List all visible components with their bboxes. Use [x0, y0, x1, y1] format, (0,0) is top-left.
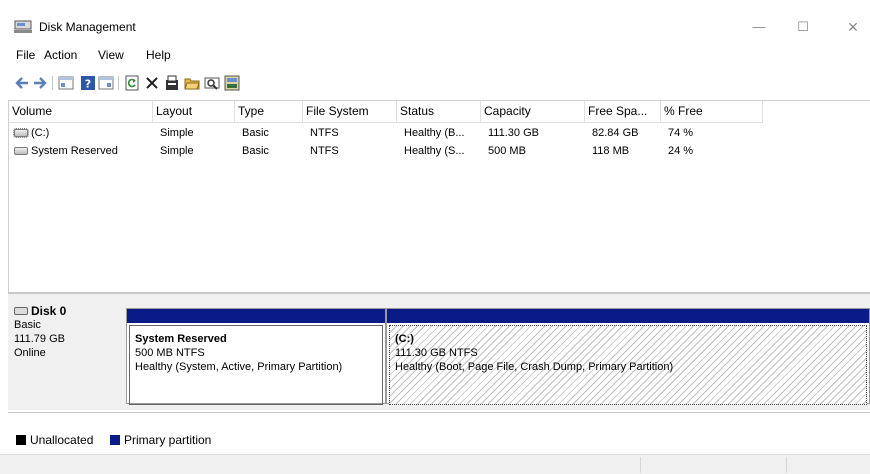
disk-settings-icon[interactable]	[224, 75, 240, 91]
toolbar-separator	[52, 76, 53, 90]
cell-file-system: NTFS	[310, 127, 339, 139]
column-header-volume[interactable]: Volume	[9, 101, 153, 123]
partition-status: Healthy (Boot, Page File, Crash Dump, Pr…	[395, 361, 674, 373]
disk-type: Basic	[14, 319, 41, 331]
cell-type: Basic	[242, 127, 269, 139]
menu-file[interactable]: File	[16, 48, 35, 62]
volume-icon	[13, 128, 29, 138]
cell-free-space: 118 MB	[592, 145, 630, 157]
partition-system-reserved[interactable]: System Reserved 500 MB NTFS Healthy (Sys…	[126, 308, 386, 405]
legend: Unallocated Primary partition	[8, 412, 870, 452]
partition-size: 111.30 GB NTFS	[395, 347, 478, 359]
cell-file-system: NTFS	[310, 145, 339, 157]
column-header-status[interactable]: Status	[397, 101, 481, 123]
disk-icon	[14, 307, 28, 315]
partition-size: 500 MB NTFS	[135, 347, 205, 359]
cell-capacity: 500 MB	[488, 145, 526, 157]
cell-capacity: 111.30 GB	[488, 127, 539, 139]
cell-volume: (C:)	[31, 127, 50, 139]
back-arrow-icon[interactable]	[14, 75, 30, 91]
column-header-type[interactable]: Type	[235, 101, 303, 123]
column-header-layout[interactable]: Layout	[153, 101, 235, 123]
title-bar: Disk Management — ☐ ✕	[0, 0, 870, 40]
legend-unallocated: Unallocated	[16, 433, 93, 447]
column-header-file-system[interactable]: File System	[303, 101, 397, 123]
disk-management-icon	[14, 20, 32, 33]
toolbar-separator	[118, 76, 119, 90]
disk-graphical-view: Disk 0 Basic 111.79 GB Online System Res…	[8, 292, 870, 410]
primary-partition-bar	[387, 309, 869, 323]
show-hide-action-pane-icon[interactable]	[98, 75, 114, 91]
disk-label[interactable]: Disk 0 Basic 111.79 GB Online	[14, 304, 126, 404]
volume-list: Volume Layout Type File System Status Ca…	[8, 100, 870, 292]
disk-size: 111.79 GB	[14, 333, 65, 345]
menu-bar: File Action View Help	[0, 48, 870, 66]
legend-primary-partition: Primary partition	[110, 433, 211, 447]
menu-action[interactable]: Action	[44, 48, 77, 62]
partition-c-drive[interactable]: (C:) 111.30 GB NTFS Healthy (Boot, Page …	[386, 308, 870, 405]
cell-status: Healthy (S...	[404, 145, 465, 157]
svg-text:?: ?	[85, 78, 91, 91]
close-button[interactable]: ✕	[838, 14, 868, 40]
toolbar: ?	[0, 73, 870, 97]
menu-help[interactable]: Help	[146, 48, 171, 62]
partition-name: System Reserved	[135, 333, 227, 345]
forward-arrow-icon[interactable]	[32, 75, 48, 91]
cell-type: Basic	[242, 145, 269, 157]
status-bar-divider	[786, 457, 787, 473]
cell-layout: Simple	[160, 145, 194, 157]
volume-icon	[14, 147, 28, 155]
disk-name: Disk 0	[31, 304, 67, 318]
table-row[interactable]: System Reserved	[11, 143, 118, 159]
legend-label: Primary partition	[124, 433, 212, 447]
delete-icon[interactable]	[144, 75, 160, 91]
cell-percent-free: 74 %	[668, 127, 694, 139]
column-header-free-space[interactable]: Free Spa...	[585, 101, 661, 123]
primary-partition-bar	[127, 309, 385, 323]
properties-icon[interactable]	[164, 75, 180, 91]
unallocated-swatch	[16, 435, 26, 445]
maximize-button[interactable]: ☐	[788, 14, 818, 40]
rescan-disks-icon[interactable]	[204, 75, 220, 91]
table-row[interactable]: (C:)	[11, 125, 49, 141]
refresh-icon[interactable]	[124, 75, 140, 91]
cell-volume: System Reserved	[31, 145, 118, 157]
status-bar	[0, 454, 870, 474]
cell-status: Healthy (B...	[404, 127, 465, 139]
status-bar-divider	[640, 457, 641, 473]
cell-percent-free: 24 %	[668, 145, 694, 157]
legend-label: Unallocated	[30, 433, 94, 447]
partition-name: (C:)	[395, 333, 414, 345]
column-header-percent-free[interactable]: % Free	[661, 101, 763, 123]
cell-layout: Simple	[160, 127, 194, 139]
menu-view[interactable]: View	[98, 48, 124, 62]
open-folder-icon[interactable]	[184, 75, 200, 91]
show-hide-console-tree-icon[interactable]	[58, 75, 74, 91]
minimize-button[interactable]: —	[744, 14, 774, 40]
window-title: Disk Management	[39, 20, 136, 34]
column-header-capacity[interactable]: Capacity	[481, 101, 585, 123]
primary-partition-swatch	[110, 435, 120, 445]
help-icon[interactable]: ?	[80, 75, 96, 91]
partition-status: Healthy (System, Active, Primary Partiti…	[135, 361, 343, 373]
disk-state: Online	[14, 347, 46, 359]
cell-free-space: 82.84 GB	[592, 127, 639, 139]
